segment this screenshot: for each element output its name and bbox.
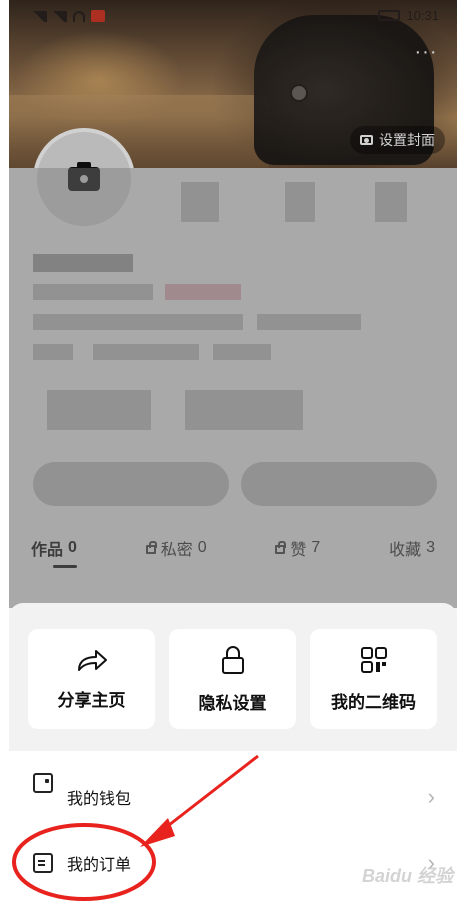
share-icon bbox=[77, 649, 107, 671]
sheet-actions: 分享主页 隐私设置 我的二维码 bbox=[28, 629, 438, 729]
page: 10:31 ··· 设置封面 作品 0 私密 0 赞 7 收藏 3 分享主页 隐… bbox=[0, 0, 465, 912]
modal-overlay bbox=[9, 168, 457, 608]
qr-code-icon bbox=[360, 646, 387, 673]
order-icon bbox=[33, 853, 53, 873]
watermark: Baidu 经验 bbox=[361, 866, 453, 886]
phone-screen: 10:31 ··· 设置封面 作品 0 私密 0 赞 7 收藏 3 分享主页 隐… bbox=[9, 0, 457, 912]
chevron-right-icon: › bbox=[427, 784, 435, 809]
lock-icon bbox=[221, 645, 244, 674]
menu-item-wallet[interactable]: 我的钱包 › bbox=[9, 769, 457, 825]
my-qr-code-button[interactable]: 我的二维码 bbox=[310, 629, 437, 729]
privacy-settings-button[interactable]: 隐私设置 bbox=[169, 629, 296, 729]
wallet-icon bbox=[33, 773, 53, 793]
share-profile-button[interactable]: 分享主页 bbox=[28, 629, 155, 729]
